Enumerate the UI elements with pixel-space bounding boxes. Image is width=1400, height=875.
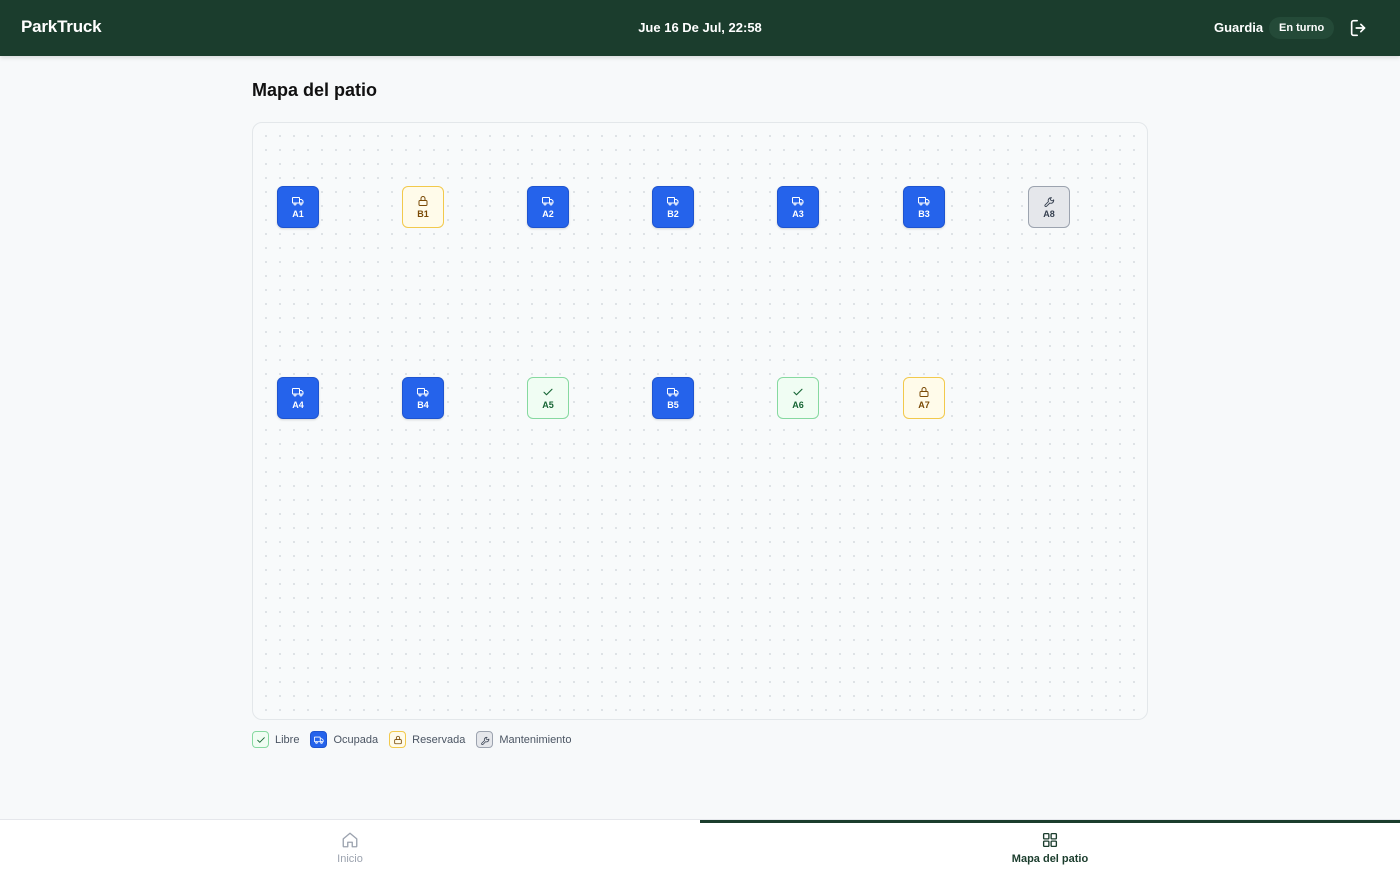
spot-a8[interactable]: A8 bbox=[1028, 186, 1070, 228]
home-icon bbox=[342, 832, 358, 848]
brand-logo[interactable]: ParkTruck bbox=[21, 17, 102, 37]
spot-a3[interactable]: A3 bbox=[777, 186, 819, 228]
page-title: Mapa del patio bbox=[252, 80, 378, 100]
spot-b4[interactable]: B4 bbox=[402, 377, 444, 419]
legend-label: Mantenimiento bbox=[499, 733, 572, 746]
spot-b3[interactable]: B3 bbox=[903, 186, 945, 228]
spot-a4[interactable]: A4 bbox=[277, 377, 319, 419]
nav-label: Mapa del patio bbox=[1011, 853, 1089, 865]
top-bar: ParkTruck Jue 16 De Jul, 22:58 Guardia E… bbox=[0, 0, 1400, 56]
spot-code: A4 bbox=[292, 400, 304, 410]
truck-icon bbox=[792, 195, 804, 207]
spot-b5[interactable]: B5 bbox=[652, 377, 694, 419]
legend-item-occupied: Ocupada bbox=[310, 731, 378, 748]
legend-label: Libre bbox=[275, 733, 300, 746]
spot-code: B1 bbox=[417, 209, 429, 219]
truck-icon bbox=[292, 386, 304, 398]
wrench-icon bbox=[1043, 195, 1055, 207]
spot-a1[interactable]: A1 bbox=[277, 186, 319, 228]
truck-icon bbox=[292, 195, 304, 207]
truck-icon bbox=[314, 735, 324, 745]
lock-icon bbox=[393, 735, 403, 745]
spot-code: A3 bbox=[792, 209, 804, 219]
datetime-display: Jue 16 De Jul, 22:58 bbox=[0, 20, 1400, 35]
spot-code: B3 bbox=[918, 209, 930, 219]
spot-a7[interactable]: A7 bbox=[903, 377, 945, 419]
spot-b1[interactable]: B1 bbox=[402, 186, 444, 228]
bottom-navigation: Inicio Mapa del patio bbox=[0, 819, 1400, 875]
legend-swatch-maintenance bbox=[476, 731, 494, 748]
legend-swatch-occupied bbox=[310, 731, 328, 748]
nav-item-yard-map[interactable]: Mapa del patio bbox=[700, 820, 1400, 875]
shift-status-badge: En turno bbox=[1269, 17, 1335, 39]
spot-a2[interactable]: A2 bbox=[527, 186, 569, 228]
truck-icon bbox=[542, 195, 554, 207]
legend-swatch-free bbox=[252, 731, 269, 748]
user-role: Guardia bbox=[1214, 20, 1264, 35]
spot-code: A2 bbox=[542, 209, 554, 219]
legend-swatch-reserved bbox=[389, 731, 407, 748]
legend-label: Reservada bbox=[412, 733, 466, 746]
legend-item-reserved: Reservada bbox=[389, 731, 465, 748]
spot-a6[interactable]: A6 bbox=[777, 377, 819, 419]
check-icon bbox=[256, 735, 266, 745]
yard-map: A1 B1 A2 B2 A3 B3 A8 A4 B4 A5 B5 A6 A7 bbox=[252, 122, 1148, 720]
status-legend: Libre Ocupada Reservada Mantenimiento bbox=[252, 731, 582, 748]
lock-icon bbox=[918, 386, 930, 398]
spot-b2[interactable]: B2 bbox=[652, 186, 694, 228]
legend-item-maintenance: Mantenimiento bbox=[476, 731, 571, 748]
spot-a5[interactable]: A5 bbox=[527, 377, 569, 419]
wrench-icon bbox=[480, 735, 490, 745]
spot-code: B2 bbox=[667, 209, 679, 219]
truck-icon bbox=[667, 386, 679, 398]
check-icon bbox=[542, 386, 554, 398]
logout-icon bbox=[1350, 19, 1366, 37]
check-icon bbox=[792, 386, 804, 398]
legend-label: Ocupada bbox=[333, 733, 379, 746]
datetime-text: Jue 16 De Jul, 22:58 bbox=[638, 20, 762, 35]
spot-code: A5 bbox=[542, 400, 554, 410]
truck-icon bbox=[667, 195, 679, 207]
lock-icon bbox=[417, 195, 429, 207]
spot-code: B5 bbox=[667, 400, 679, 410]
spot-code: A8 bbox=[1043, 209, 1055, 219]
logout-button[interactable] bbox=[1348, 17, 1370, 39]
spot-code: A1 bbox=[292, 209, 304, 219]
spot-code: A6 bbox=[792, 400, 804, 410]
nav-label: Inicio bbox=[337, 853, 363, 865]
spot-code: B4 bbox=[417, 400, 429, 410]
spot-code: A7 bbox=[918, 400, 930, 410]
truck-icon bbox=[918, 195, 930, 207]
legend-item-free: Libre bbox=[252, 731, 299, 748]
nav-item-home[interactable]: Inicio bbox=[0, 820, 700, 875]
grid-icon bbox=[1042, 832, 1058, 848]
truck-icon bbox=[417, 386, 429, 398]
